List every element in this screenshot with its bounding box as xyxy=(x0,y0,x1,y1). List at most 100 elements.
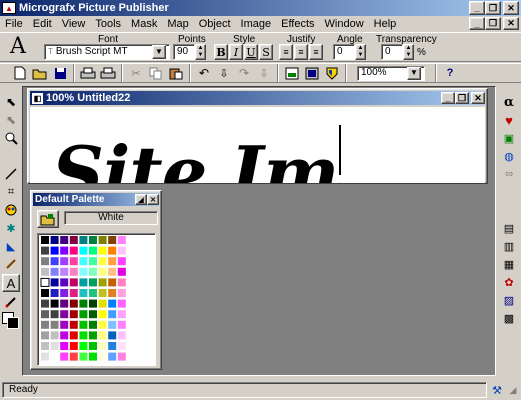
brush-icon[interactable] xyxy=(3,256,19,272)
menu-window[interactable]: Window xyxy=(320,16,369,32)
palette-swatch[interactable] xyxy=(79,289,88,297)
italic-button[interactable]: I xyxy=(229,44,243,60)
palette-swatch[interactable] xyxy=(98,257,107,266)
help-icon[interactable]: ? xyxy=(440,64,460,82)
palette-swatch[interactable] xyxy=(117,278,126,287)
palette-swatch[interactable] xyxy=(98,289,107,297)
menu-edit[interactable]: Edit xyxy=(28,16,57,32)
palette-swatch[interactable] xyxy=(50,246,59,255)
palette-swatch[interactable] xyxy=(69,299,78,308)
book-icon[interactable]: ▦ xyxy=(501,256,517,272)
palette-swatch[interactable] xyxy=(41,236,49,244)
palette-swatch[interactable] xyxy=(79,236,88,244)
points-stepper[interactable]: 90 ▲ ▼ xyxy=(173,44,206,60)
chevron-down-icon[interactable]: ▼ xyxy=(407,66,421,80)
image-icon[interactable]: ▨ xyxy=(501,292,517,308)
paint-icon[interactable] xyxy=(3,202,19,218)
palette-swatch[interactable] xyxy=(89,310,97,319)
palette-swatch[interactable] xyxy=(98,342,107,350)
transparency-value[interactable]: 0 xyxy=(381,44,403,60)
palette-swatch[interactable] xyxy=(50,289,59,297)
palette-swatch[interactable] xyxy=(117,299,126,308)
shield-icon[interactable] xyxy=(322,64,342,82)
palette-swatch[interactable] xyxy=(69,246,78,255)
frame-icon[interactable]: ▥ xyxy=(501,238,517,254)
palette-swatch[interactable] xyxy=(69,278,78,287)
palette-swatch[interactable] xyxy=(50,310,59,319)
palette-swatch[interactable] xyxy=(60,320,69,329)
palette-swatch[interactable] xyxy=(89,299,97,308)
palette-swatch[interactable] xyxy=(117,352,126,361)
palette-swatch[interactable] xyxy=(41,267,49,276)
menu-file[interactable]: File xyxy=(0,16,28,32)
palette-swatch[interactable] xyxy=(89,246,97,255)
crop-icon[interactable]: ⌗ xyxy=(3,184,19,200)
palette-swatch[interactable] xyxy=(40,277,50,287)
palette-swatch[interactable] xyxy=(117,236,126,244)
color-swatches[interactable] xyxy=(2,312,20,330)
palette-swatch[interactable] xyxy=(69,310,78,319)
palette-swatch[interactable] xyxy=(98,331,107,340)
palette-swatch[interactable] xyxy=(60,278,69,287)
palette-swatch[interactable] xyxy=(117,267,126,276)
palette-swatch[interactable] xyxy=(108,320,117,329)
palette-swatch[interactable] xyxy=(60,289,69,297)
fill-icon[interactable]: ◣ xyxy=(3,238,19,254)
angle-value[interactable]: 0 xyxy=(333,44,355,60)
alpha-icon[interactable]: α xyxy=(501,94,517,110)
palette-swatch[interactable] xyxy=(60,331,69,340)
retouch-icon[interactable]: ✱ xyxy=(3,220,19,236)
palette-swatch[interactable] xyxy=(79,257,88,266)
palette-swatch[interactable] xyxy=(41,352,49,361)
align-center-icon[interactable]: ≡ xyxy=(294,44,308,60)
undo-icon[interactable]: ↶ xyxy=(194,64,214,82)
effects-icon[interactable]: ✿ xyxy=(501,274,517,290)
canvas[interactable]: Site Ima xyxy=(30,107,485,183)
mdi-minimize-icon[interactable]: _ xyxy=(469,17,485,30)
palette-swatch[interactable] xyxy=(79,310,88,319)
palette-swatch[interactable] xyxy=(117,246,126,255)
align-left-icon[interactable]: ≡ xyxy=(279,44,293,60)
palette-swatch[interactable] xyxy=(98,236,107,244)
palette-swatch[interactable] xyxy=(108,342,117,350)
palette-swatch[interactable] xyxy=(50,257,59,266)
document-restore-icon[interactable]: ❐ xyxy=(455,92,469,104)
palette-swatch[interactable] xyxy=(60,342,69,350)
chevron-down-icon[interactable]: ▼ xyxy=(152,45,166,59)
palette-swatch[interactable] xyxy=(41,320,49,329)
drop-icon[interactable]: ◍ xyxy=(501,148,517,164)
palette-swatch[interactable] xyxy=(60,352,69,361)
palette-swatch[interactable] xyxy=(69,267,78,276)
palette-swatch[interactable] xyxy=(108,278,117,287)
palette-swatch[interactable] xyxy=(98,310,107,319)
minimize-icon[interactable]: _ xyxy=(469,1,485,15)
shadow-button[interactable]: S xyxy=(259,44,273,60)
palette-swatch[interactable] xyxy=(89,289,97,297)
mask-icon[interactable]: ▣ xyxy=(501,130,517,146)
palette-swatch[interactable] xyxy=(89,352,97,361)
palette-swatch[interactable] xyxy=(79,299,88,308)
print-preview-icon[interactable] xyxy=(98,64,118,82)
paste-icon[interactable] xyxy=(166,64,186,82)
close-icon[interactable]: ✕ xyxy=(503,1,519,15)
menu-map[interactable]: Map xyxy=(162,16,193,32)
palette-swatch[interactable] xyxy=(79,352,88,361)
palette-swatch[interactable] xyxy=(89,342,97,350)
points-value[interactable]: 90 xyxy=(173,44,195,60)
menu-help[interactable]: Help xyxy=(369,16,402,32)
transparency-stepper[interactable]: 0 ▲ ▼ % xyxy=(381,44,426,60)
palette-swatch[interactable] xyxy=(98,320,107,329)
palette-swatch[interactable] xyxy=(98,299,107,308)
size-grip-icon[interactable]: ◢ xyxy=(507,384,519,396)
palette-swatch[interactable] xyxy=(50,331,59,340)
palette-swatch[interactable] xyxy=(89,257,97,266)
palette-swatch[interactable] xyxy=(50,267,59,276)
palette-swatch[interactable] xyxy=(108,257,117,266)
palette-swatch[interactable] xyxy=(41,289,49,297)
palette-swatch[interactable] xyxy=(117,257,126,266)
palette-swatch[interactable] xyxy=(108,246,117,255)
palette-swatch[interactable] xyxy=(41,342,49,350)
document-close-icon[interactable]: ✕ xyxy=(471,92,485,104)
download-icon[interactable]: ⇩ xyxy=(214,64,234,82)
palette-swatch[interactable] xyxy=(117,320,126,329)
